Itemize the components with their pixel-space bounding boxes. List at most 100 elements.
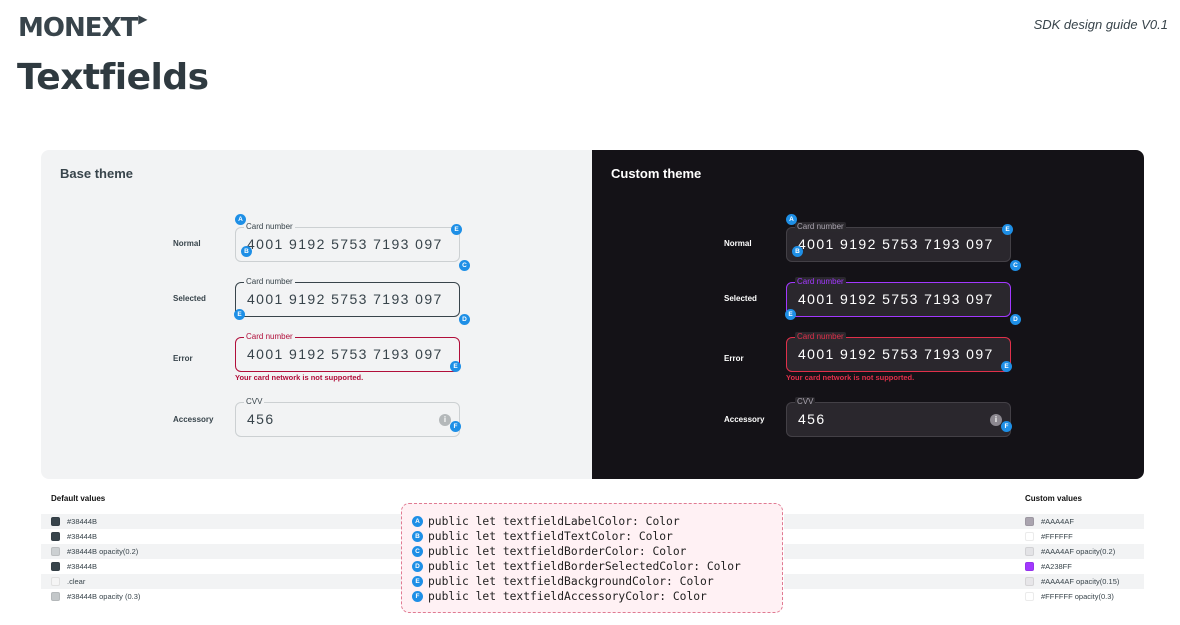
custom-value-text: #AAA4AF xyxy=(1041,517,1074,526)
custom-values-list: #AAA4AF #FFFFFF #AAA4AF opacity(0.2) #A2… xyxy=(784,514,1144,604)
code-marker: E xyxy=(412,576,423,587)
marker-f: F xyxy=(450,421,461,432)
marker-c: C xyxy=(1010,260,1021,271)
brand-name: MONEXT xyxy=(18,13,138,43)
default-value-row: #38444B xyxy=(41,529,401,544)
color-swatch xyxy=(51,562,60,571)
error-message: Your card network is not supported. xyxy=(235,373,364,382)
state-label-selected: Selected xyxy=(173,294,206,303)
color-swatch xyxy=(51,577,60,586)
code-line: Cpublic let textfieldBorderColor: Color xyxy=(412,544,782,559)
default-value-row: #38444B opacity (0.3) xyxy=(41,589,401,604)
card-number-value: 4001 9192 5753 7193 097 xyxy=(247,291,443,307)
state-label-accessory: Accessory xyxy=(173,415,214,424)
color-swatch xyxy=(1025,517,1034,526)
default-value-row: #38444B xyxy=(41,559,401,574)
card-number-label: Card number xyxy=(244,332,295,342)
color-swatch xyxy=(51,592,60,601)
custom-values-title: Custom values xyxy=(1025,494,1082,503)
marker-e: E xyxy=(785,309,796,320)
custom-value-text: #AAA4AF opacity(0.15) xyxy=(1041,577,1120,586)
code-line: Dpublic let textfieldBorderSelectedColor… xyxy=(412,559,782,574)
color-swatch xyxy=(1025,532,1034,541)
default-value-text: #38444B opacity (0.3) xyxy=(67,592,141,601)
custom-value-text: #FFFFFF opacity(0.3) xyxy=(1041,592,1114,601)
marker-e: E xyxy=(1001,361,1012,372)
card-number-value: 4001 9192 5753 7193 097 xyxy=(798,346,994,362)
code-marker: A xyxy=(412,516,423,527)
marker-e: E xyxy=(1002,224,1013,235)
card-number-field-selected[interactable]: Card number 4001 9192 5753 7193 097 xyxy=(786,277,1011,317)
card-number-label: Card number xyxy=(244,222,295,232)
card-number-value: 4001 9192 5753 7193 097 xyxy=(798,236,994,252)
code-text: public let textfieldLabelColor: Color xyxy=(428,515,680,528)
marker-b: B xyxy=(241,246,252,257)
default-value-text: #38444B xyxy=(67,517,98,526)
code-text: public let textfieldBackgroundColor: Col… xyxy=(428,575,714,588)
marker-d: D xyxy=(1010,314,1021,325)
default-value-row: #38444B xyxy=(41,514,401,529)
custom-value-row: #A238FF xyxy=(784,559,1144,574)
code-text: public let textfieldTextColor: Color xyxy=(428,530,673,543)
state-label-error: Error xyxy=(173,354,193,363)
default-value-text: #38444B xyxy=(67,532,98,541)
default-value-text: #38444B opacity(0.2) xyxy=(67,547,139,556)
custom-value-row: #FFFFFF opacity(0.3) xyxy=(784,589,1144,604)
custom-value-row: #FFFFFF xyxy=(784,529,1144,544)
color-swatch xyxy=(1025,592,1034,601)
cvv-label: CVV xyxy=(795,397,816,407)
marker-b: B xyxy=(792,246,803,257)
custom-value-text: #A238FF xyxy=(1041,562,1072,571)
custom-value-row: #AAA4AF opacity(0.2) xyxy=(784,544,1144,559)
card-number-label: Card number xyxy=(795,277,846,287)
code-line: Apublic let textfieldLabelColor: Color xyxy=(412,514,782,529)
custom-theme-panel: Custom theme Normal Card number 4001 919… xyxy=(592,150,1144,479)
color-swatch xyxy=(1025,547,1034,556)
card-number-label: Card number xyxy=(795,222,846,232)
card-number-label: Card number xyxy=(795,332,846,342)
card-number-field-normal[interactable]: Card number 4001 9192 5753 7193 097 xyxy=(235,222,460,262)
card-number-label: Card number xyxy=(244,277,295,287)
cvv-field[interactable]: CVV 456 i xyxy=(235,397,460,437)
code-marker: D xyxy=(412,561,423,572)
custom-value-text: #FFFFFF xyxy=(1041,532,1073,541)
marker-e: E xyxy=(451,224,462,235)
error-message: Your card network is not supported. xyxy=(786,373,915,382)
custom-value-text: #AAA4AF opacity(0.2) xyxy=(1041,547,1116,556)
code-text: public let textfieldBorderColor: Color xyxy=(428,545,687,558)
custom-value-row: #AAA4AF opacity(0.15) xyxy=(784,574,1144,589)
code-line: Fpublic let textfieldAccessoryColor: Col… xyxy=(412,589,782,604)
card-number-value: 4001 9192 5753 7193 097 xyxy=(798,291,994,307)
code-marker: B xyxy=(412,531,423,542)
color-swatch xyxy=(51,517,60,526)
marker-d: D xyxy=(459,314,470,325)
marker-f: F xyxy=(1001,421,1012,432)
card-number-field-error[interactable]: Card number 4001 9192 5753 7193 097 xyxy=(786,332,1011,372)
brand-logo: MONEXT ▶ xyxy=(18,12,148,43)
cvv-label: CVV xyxy=(244,397,265,407)
card-number-field-selected[interactable]: Card number 4001 9192 5753 7193 097 xyxy=(235,277,460,317)
card-number-value: 4001 9192 5753 7193 097 xyxy=(247,236,443,252)
code-marker: F xyxy=(412,591,423,602)
marker-e: E xyxy=(234,309,245,320)
code-snippet-box: Apublic let textfieldLabelColor: Color B… xyxy=(401,503,783,613)
code-marker: C xyxy=(412,546,423,557)
card-number-field-error[interactable]: Card number 4001 9192 5753 7193 097 xyxy=(235,332,460,372)
card-number-field-normal[interactable]: Card number 4001 9192 5753 7193 097 xyxy=(786,222,1011,262)
default-value-row: #38444B opacity(0.2) xyxy=(41,544,401,559)
code-line: Epublic let textfieldBackgroundColor: Co… xyxy=(412,574,782,589)
default-values-list: #38444B #38444B #38444B opacity(0.2) #38… xyxy=(41,514,401,604)
cvv-field[interactable]: CVV 456 i xyxy=(786,397,1011,437)
cvv-value: 456 xyxy=(798,411,826,427)
custom-theme-title: Custom theme xyxy=(611,166,702,181)
base-theme-panel: Base theme Normal Card number 4001 9192 … xyxy=(41,150,592,479)
card-number-value: 4001 9192 5753 7193 097 xyxy=(247,346,443,362)
custom-value-row: #AAA4AF xyxy=(784,514,1144,529)
marker-a: A xyxy=(786,214,797,225)
color-swatch xyxy=(51,547,60,556)
color-swatch xyxy=(1025,562,1034,571)
state-label-normal: Normal xyxy=(724,239,752,248)
marker-c: C xyxy=(459,260,470,271)
default-value-text: .clear xyxy=(67,577,86,586)
color-swatch xyxy=(51,532,60,541)
